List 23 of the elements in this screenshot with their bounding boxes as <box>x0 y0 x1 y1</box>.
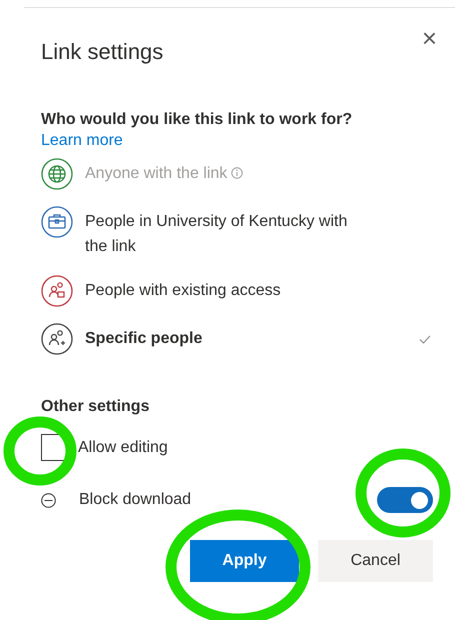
globe-icon <box>41 158 73 190</box>
option-label: People with existing access <box>85 281 281 301</box>
learn-more-link[interactable]: Learn more <box>41 130 123 152</box>
toggle-switch[interactable] <box>377 487 433 513</box>
people-icon <box>41 323 73 355</box>
audience-option[interactable]: People in University of Kentucky with the link <box>41 206 433 259</box>
other-settings-heading: Other settings <box>41 397 150 417</box>
option-label: Specific people <box>85 329 202 349</box>
option-label: Anyone with the link <box>85 164 228 184</box>
minus-circle-icon <box>41 492 56 508</box>
dialog-title: Link settings <box>41 38 164 66</box>
close-button[interactable]: × <box>422 24 437 52</box>
restricted-icon <box>41 275 73 307</box>
apply-button[interactable]: Apply <box>190 540 299 582</box>
option-label: People in University of Kentucky with the link <box>85 212 348 257</box>
checkbox-label: Allow editing <box>78 438 168 458</box>
cancel-button[interactable]: Cancel <box>318 540 433 582</box>
audience-option[interactable]: Specific people <box>41 323 433 355</box>
audience-question: Who would you like this link to work for? <box>41 110 354 130</box>
audience-option[interactable]: People with existing access <box>41 275 433 307</box>
briefcase-icon <box>41 206 73 238</box>
checkmark-icon <box>419 335 431 344</box>
toggle-label: Block download <box>79 490 192 510</box>
